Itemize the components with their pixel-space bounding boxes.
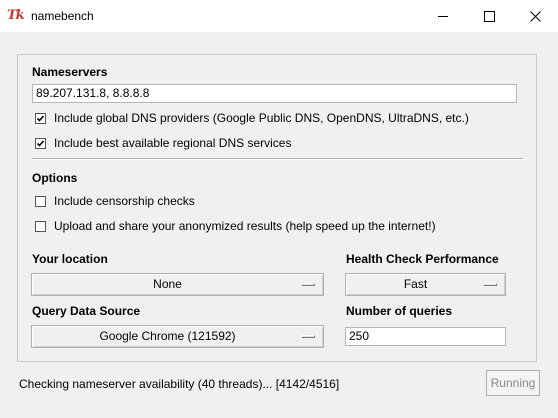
minimize-icon [438, 16, 448, 17]
upload-label: Upload and share your anonymized results… [54, 219, 436, 233]
dropdown-indicator-icon [301, 335, 315, 338]
location-heading: Your location [32, 252, 108, 266]
health-check-dropdown[interactable]: Fast [345, 273, 506, 296]
dropdown-indicator-icon [301, 283, 315, 286]
query-source-dropdown[interactable]: Google Chrome (121592) [31, 325, 324, 348]
checkmark-icon [36, 139, 45, 147]
title-bar: Tk namebench [0, 0, 558, 32]
status-text: Checking nameserver availability (40 thr… [19, 377, 340, 391]
include-regional-row[interactable]: Include best available regional DNS serv… [35, 136, 291, 150]
options-heading: Options [32, 171, 78, 185]
running-button[interactable]: Running [486, 370, 540, 396]
window-title: namebench [31, 9, 94, 23]
tk-feather-icon: Tk [7, 8, 25, 23]
include-global-label: Include global DNS providers (Google Pub… [54, 111, 469, 125]
upload-checkbox[interactable] [35, 220, 46, 232]
num-queries-heading: Number of queries [346, 304, 453, 318]
num-queries-input[interactable]: 250 [345, 327, 506, 346]
query-source-selected: Google Chrome (121592) [99, 329, 236, 343]
query-source-heading: Query Data Source [32, 304, 141, 318]
nameservers-input[interactable]: 89.207.131.8, 8.8.8.8 [32, 84, 517, 103]
include-global-checkbox[interactable] [35, 112, 46, 124]
health-check-heading: Health Check Performance [346, 252, 499, 266]
close-button[interactable] [512, 0, 558, 32]
maximize-button[interactable] [466, 0, 512, 32]
include-global-row[interactable]: Include global DNS providers (Google Pub… [35, 111, 469, 125]
separator [32, 158, 523, 160]
maximize-icon [484, 11, 495, 22]
location-dropdown[interactable]: None [31, 273, 324, 296]
checkmark-icon [36, 114, 45, 122]
censorship-label: Include censorship checks [54, 194, 195, 208]
censorship-row[interactable]: Include censorship checks [35, 194, 195, 208]
include-regional-checkbox[interactable] [35, 137, 46, 149]
include-regional-label: Include best available regional DNS serv… [54, 136, 292, 150]
censorship-checkbox[interactable] [35, 195, 46, 207]
minimize-button[interactable] [420, 0, 466, 32]
close-icon [530, 11, 541, 22]
nameservers-heading: Nameservers [32, 65, 108, 79]
upload-row[interactable]: Upload and share your anonymized results… [35, 219, 436, 233]
dropdown-indicator-icon [483, 283, 497, 286]
health-check-selected: Fast [403, 277, 428, 291]
location-selected: None [153, 277, 182, 291]
